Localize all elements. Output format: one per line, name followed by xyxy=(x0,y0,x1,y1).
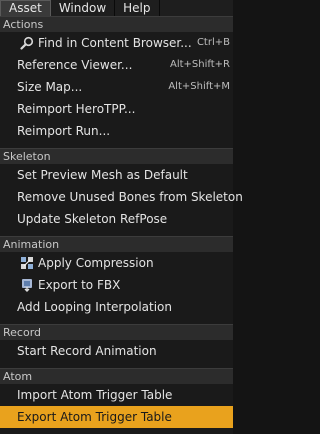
reference-viewer-item[interactable]: Reference Viewer... Alt+Shift+R xyxy=(0,54,233,76)
item-label: Start Record Animation xyxy=(17,344,157,358)
item-label: Apply Compression xyxy=(38,256,154,270)
reimport-run-item[interactable]: Reimport Run... xyxy=(0,120,233,142)
section-header-atom: Atom xyxy=(0,368,233,384)
asset-dropdown-menu: Actions Find in Content Browser... Ctrl+… xyxy=(0,16,243,434)
item-shortcut: Alt+Shift+R xyxy=(170,59,230,70)
section-header-skeleton: Skeleton xyxy=(0,148,233,164)
section-header-record: Record xyxy=(0,324,233,340)
set-preview-mesh-item[interactable]: Set Preview Mesh as Default xyxy=(0,164,233,186)
menu-window[interactable]: Window xyxy=(51,0,116,16)
compression-icon xyxy=(21,257,33,269)
apply-compression-item[interactable]: Apply Compression xyxy=(0,252,233,274)
item-label: Add Looping Interpolation xyxy=(17,300,172,314)
item-shortcut: Ctrl+B xyxy=(196,37,230,48)
export-to-fbx-item[interactable]: Export to FBX xyxy=(0,274,233,296)
item-label: Export Atom Trigger Table xyxy=(17,410,172,424)
menu-asset[interactable]: Asset xyxy=(0,0,51,16)
export-fbx-icon xyxy=(22,279,32,292)
item-label: Set Preview Mesh as Default xyxy=(17,168,188,182)
size-map-item[interactable]: Size Map... Alt+Shift+M xyxy=(0,76,233,98)
start-record-animation-item[interactable]: Start Record Animation xyxy=(0,340,233,362)
import-atom-trigger-table-item[interactable]: Import Atom Trigger Table xyxy=(0,384,233,406)
item-label: Reference Viewer... xyxy=(17,58,133,72)
update-skeleton-refpose-item[interactable]: Update Skeleton RefPose xyxy=(0,208,233,230)
item-label: Import Atom Trigger Table xyxy=(17,388,173,402)
add-looping-interpolation-item[interactable]: Add Looping Interpolation xyxy=(0,296,233,318)
section-header-animation: Animation xyxy=(0,236,233,252)
menu-bar: Asset Window Help xyxy=(0,0,233,16)
item-label: Reimport HeroTPP... xyxy=(17,102,136,116)
menu-help[interactable]: Help xyxy=(115,0,160,16)
item-label: Update Skeleton RefPose xyxy=(17,212,168,226)
reimport-herotpp-item[interactable]: Reimport HeroTPP... xyxy=(0,98,233,120)
item-label: Export to FBX xyxy=(38,278,121,292)
find-in-content-browser-item[interactable]: Find in Content Browser... Ctrl+B xyxy=(0,32,233,54)
item-label: Reimport Run... xyxy=(17,124,111,138)
item-label: Remove Unused Bones from Skeleton xyxy=(17,190,243,204)
item-label: Find in Content Browser... xyxy=(38,36,192,50)
item-shortcut: Alt+Shift+M xyxy=(168,81,230,92)
section-header-actions: Actions xyxy=(0,16,233,32)
item-label: Size Map... xyxy=(17,80,83,94)
export-atom-trigger-table-item[interactable]: Export Atom Trigger Table xyxy=(0,406,233,428)
remove-unused-bones-item[interactable]: Remove Unused Bones from Skeleton xyxy=(0,186,243,208)
magnifier-icon xyxy=(20,36,34,50)
